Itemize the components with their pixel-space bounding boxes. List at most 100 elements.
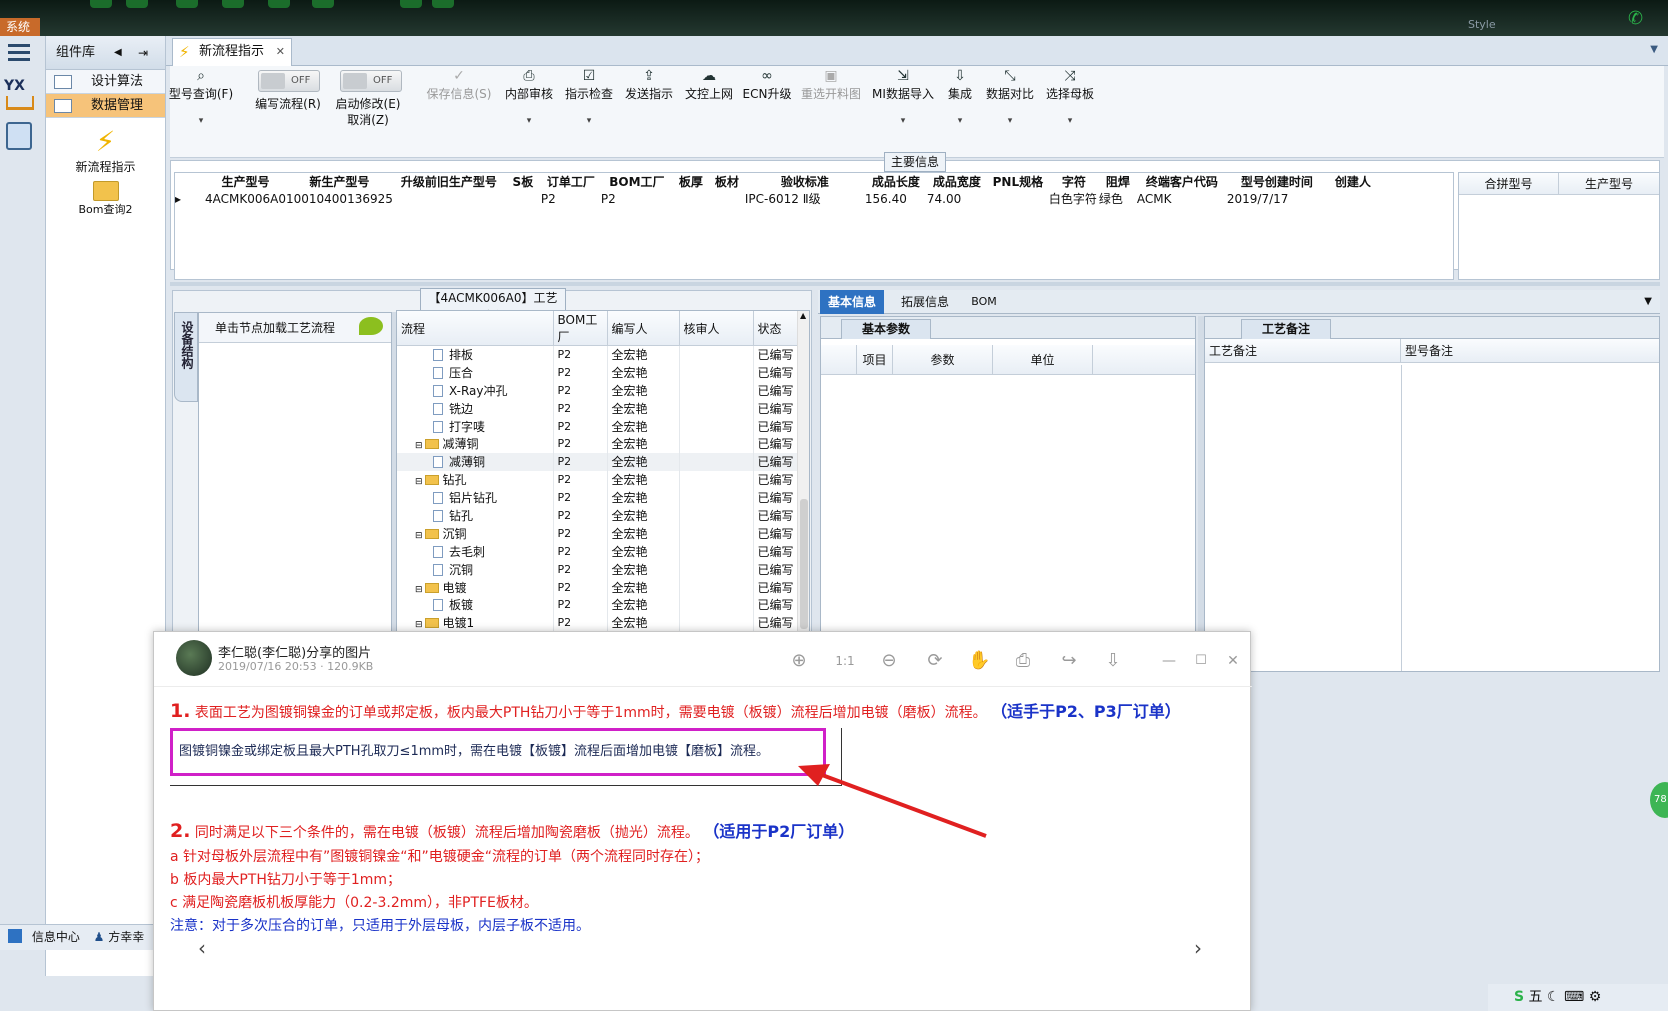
chevron-down-icon[interactable]: ▾ (980, 116, 1040, 126)
nav-item-data-management[interactable]: 数据管理 (46, 94, 165, 118)
cell[interactable]: P2 (601, 190, 673, 207)
column-header[interactable]: BOM工厂 (601, 173, 673, 190)
info-center-label[interactable]: 信息中心 (32, 930, 80, 944)
tab-process-notes[interactable]: 工艺备注 (1241, 319, 1331, 339)
toolbar-icon[interactable] (312, 0, 334, 8)
cell[interactable] (505, 190, 541, 207)
tree-node[interactable]: 排板 (397, 345, 554, 364)
column-header[interactable]: 阻焊 (1099, 173, 1137, 190)
close-icon[interactable]: ✕ (1222, 650, 1244, 672)
pin-icon[interactable]: ⇥ (138, 36, 148, 70)
column-header[interactable]: 新生产型号 (286, 173, 393, 190)
cell[interactable] (393, 190, 505, 207)
table-row[interactable]: ▸ 4ACMK006A0 10010400136925 P2 P2 IPC-60… (175, 190, 1453, 207)
column-header[interactable]: 升级前旧生产型号 (393, 173, 505, 190)
chevron-down-icon[interactable]: ▾ (500, 116, 558, 126)
tree-row[interactable]: ⊟ 沉铜 P2 全宏艳 已编写 (397, 524, 798, 543)
tree-node[interactable]: 打字唛 (397, 417, 554, 435)
column-header[interactable]: 字符 (1049, 173, 1099, 190)
tree-row[interactable]: 板镀 P2 全宏艳 已编写 (397, 595, 798, 614)
tree-row[interactable]: 打字唛 P2 全宏艳 已编写 (397, 417, 798, 435)
cell[interactable]: 2019/7/17 (1227, 190, 1327, 207)
tile-new-process[interactable]: ⚡ 新流程指示 (46, 126, 165, 175)
tree-row[interactable]: ⊟ 减薄铜 P2 全宏艳 已编写 (397, 434, 798, 453)
tree-row[interactable]: ⊟ 电镀1 P2 全宏艳 已编写 (397, 613, 798, 632)
tree-node[interactable]: ⊟ 减薄铜 (397, 434, 554, 453)
tree-node[interactable]: ⊟ 电镀 (397, 578, 554, 596)
tab-extended-info[interactable]: 拓展信息 (890, 290, 960, 314)
cell[interactable]: P2 (541, 190, 601, 207)
tree-row[interactable]: 沉铜 P2 全宏艳 已编写 (397, 560, 798, 579)
close-tab-icon[interactable]: ✕ (276, 39, 285, 65)
toolbar-icon[interactable] (90, 0, 112, 8)
zoom-out-icon[interactable]: ⊖ (878, 650, 900, 672)
toolbar-icon[interactable] (268, 0, 290, 8)
cell[interactable]: 白色字符 (1049, 190, 1099, 207)
next-image-icon[interactable]: › (1194, 936, 1202, 960)
collapse-left-icon[interactable]: ◀ (114, 36, 122, 70)
tree-node[interactable]: ⊟ 沉铜 (397, 524, 554, 543)
type-query-button[interactable]: ⌕ 型号查询(F) ▾ (166, 66, 236, 126)
reselect-cutting-button[interactable]: ▣ 重选开料图 (796, 66, 866, 102)
write-flow-toggle[interactable]: OFF (258, 70, 320, 92)
print-icon[interactable]: ⎙ (1012, 650, 1034, 672)
start-modify-toggle[interactable]: OFF (340, 70, 402, 92)
collapse-toggle-icon[interactable]: ⊟ (415, 531, 423, 541)
moon-icon[interactable]: ☾ (1547, 989, 1560, 1005)
toolbar-icon[interactable] (176, 0, 198, 8)
internal-review-button[interactable]: ⎙ 内部审核 ▾ (500, 66, 558, 126)
column-header[interactable]: 参数 (893, 345, 993, 374)
column-header[interactable]: 成品长度 (865, 173, 927, 190)
tree-node[interactable]: 压合 (397, 363, 554, 382)
cell[interactable] (709, 190, 745, 207)
cell[interactable]: 74.00 (927, 190, 987, 207)
chevron-down-icon[interactable]: ▼ (1650, 44, 1658, 55)
cell[interactable]: IPC-6012 Ⅱ级 (745, 190, 865, 207)
keyboard-icon[interactable]: ⌨ (1564, 989, 1584, 1005)
horizontal-splitter[interactable] (170, 282, 1660, 286)
hand-icon[interactable]: ✋ (968, 650, 990, 672)
cell[interactable] (1327, 190, 1379, 207)
vertical-tab-device-structure[interactable]: 设备结构 (174, 312, 198, 402)
maximize-icon[interactable]: ☐ (1190, 650, 1212, 672)
tree-row[interactable]: ⊟ 电镀 P2 全宏艳 已编写 (397, 578, 798, 596)
column-header[interactable]: 合拼型号 (1459, 173, 1559, 194)
collapse-toggle-icon[interactable]: ⊟ (415, 585, 423, 595)
scrollbar-thumb[interactable] (800, 499, 808, 629)
chevron-down-icon[interactable]: ▾ (870, 116, 936, 126)
cell[interactable] (673, 190, 709, 207)
scroll-up-icon[interactable]: ▲ (800, 311, 806, 320)
collapse-toggle-icon[interactable]: ⊟ (415, 477, 423, 487)
column-header[interactable]: 型号创建时间 (1227, 173, 1327, 190)
tree-node[interactable]: ⊟ 钻孔 (397, 470, 554, 489)
actual-size-icon[interactable]: 1:1 (834, 650, 856, 672)
floating-badge[interactable]: 78 (1650, 782, 1668, 818)
chevron-down-icon[interactable]: ▾ (560, 116, 618, 126)
tree-node[interactable]: 铝片钻孔 (397, 488, 554, 507)
send-instruction-button[interactable]: ⇪ 发送指示 (620, 66, 678, 102)
column-header[interactable]: 板材 (709, 173, 745, 190)
tree-node[interactable]: 铣边 (397, 399, 554, 418)
minimize-icon[interactable]: — (1158, 650, 1180, 672)
column-header[interactable]: 编写人 (607, 311, 680, 346)
tree-row[interactable]: 铣边 P2 全宏艳 已编写 (397, 399, 798, 418)
phone-icon[interactable]: ✆ (1628, 8, 1643, 29)
chevron-down-icon[interactable]: ▼ (1644, 296, 1652, 307)
chevron-down-icon[interactable]: ▾ (1040, 116, 1100, 126)
cell[interactable]: 4ACMK006A0 (205, 190, 286, 207)
data-compare-button[interactable]: ⤡ 数据对比 ▾ (980, 66, 1040, 126)
settings-icon[interactable]: ⚙ (1589, 989, 1602, 1005)
instruction-check-button[interactable]: ☑ 指示检查 ▾ (560, 66, 618, 126)
system-menu[interactable]: 系统 (0, 18, 40, 36)
column-header[interactable]: 创建人 (1327, 173, 1379, 190)
tree-node[interactable]: 板镀 (397, 595, 554, 614)
vertical-scrollbar[interactable]: ▲ (797, 311, 809, 671)
save-info-button[interactable]: ✓ 保存信息(S) (422, 66, 496, 102)
column-header[interactable]: 板厚 (673, 173, 709, 190)
column-header[interactable]: 项目 (857, 345, 893, 374)
upload-web-button[interactable]: ☁ 文控上网 (680, 66, 738, 102)
column-header[interactable]: PNL规格 (987, 173, 1049, 190)
cell[interactable]: ACMK (1137, 190, 1227, 207)
tree-node[interactable]: 钻孔 (397, 506, 554, 525)
speech-bubble-icon[interactable] (359, 317, 383, 335)
